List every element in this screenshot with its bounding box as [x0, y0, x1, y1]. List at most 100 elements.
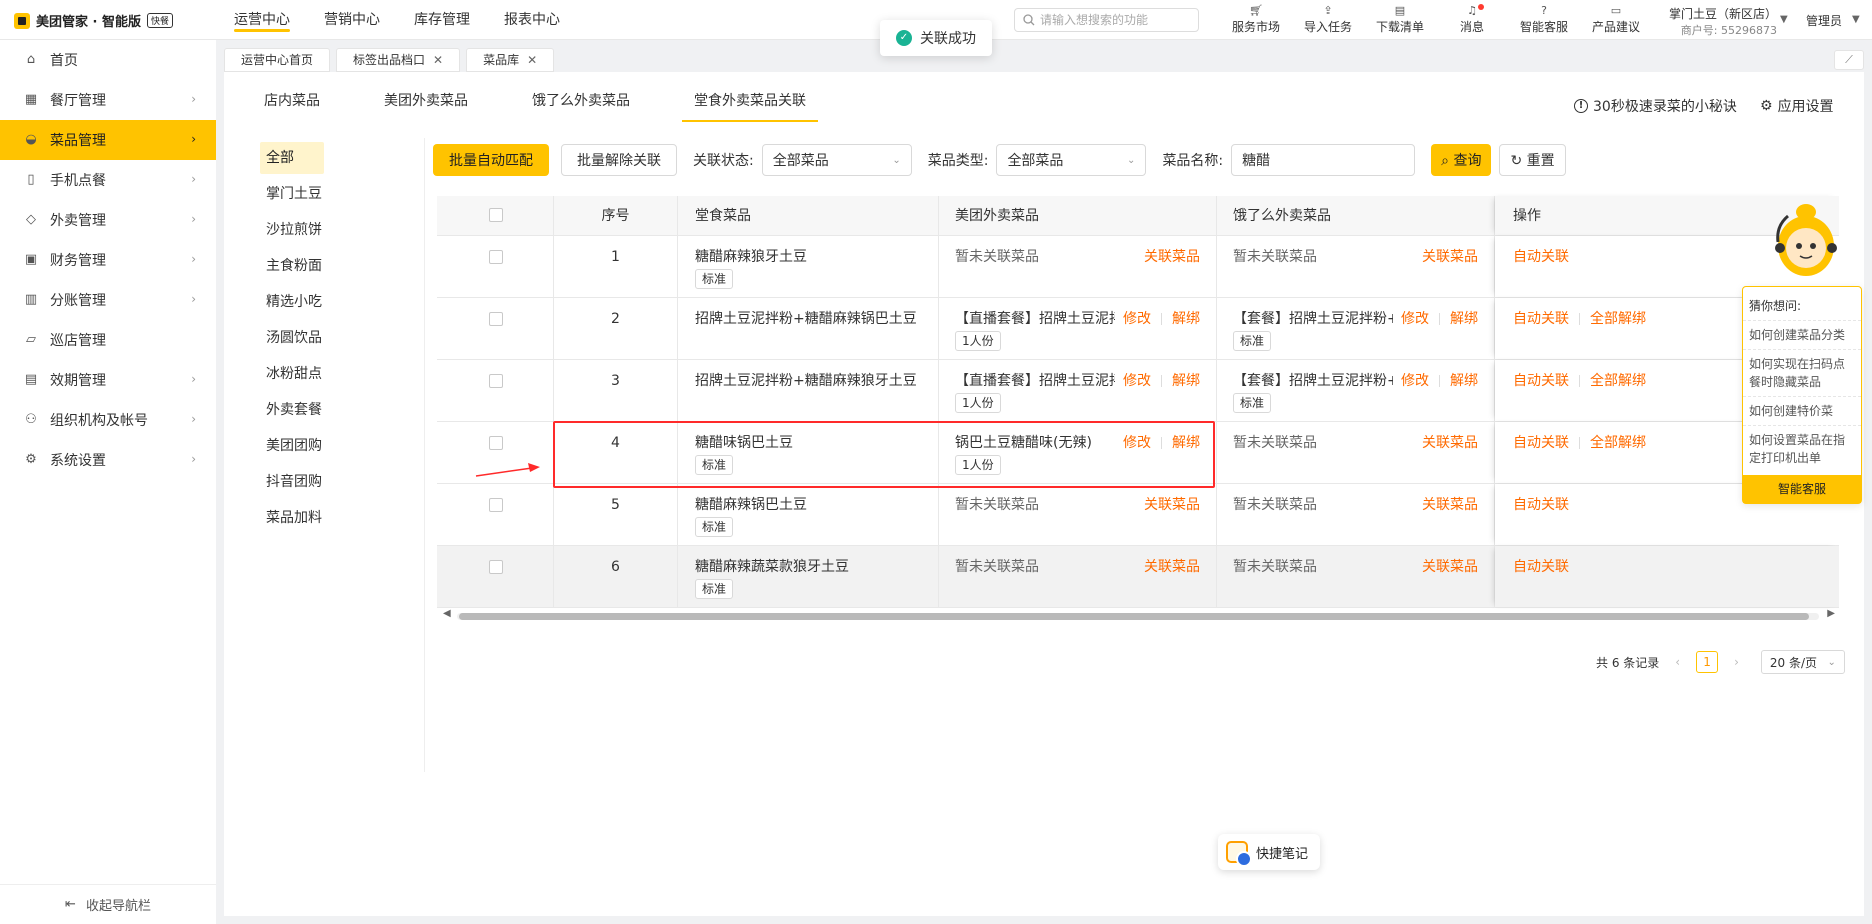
link-mt_links[interactable]: 修改 — [1123, 311, 1151, 327]
link-ops[interactable]: 自动关联 — [1513, 373, 1569, 389]
collapse-nav-button[interactable]: ⇤ 收起导航栏 — [0, 884, 216, 924]
link-ops[interactable]: 自动关联 — [1513, 435, 1569, 451]
faq-question[interactable]: 如何创建特价菜 — [1743, 396, 1861, 425]
category-item[interactable]: 外卖套餐 — [260, 394, 324, 426]
page-tab-label-station[interactable]: 标签出品档口 ✕ — [336, 48, 461, 72]
sidebar-item-split[interactable]: ▥ 分账管理 › — [0, 280, 216, 320]
tool-service-market[interactable]: 🛒︎ 服务市场 — [1220, 4, 1292, 35]
sidebar-item-expiry[interactable]: ▤ 效期管理 › — [0, 360, 216, 400]
faq-question[interactable]: 如何创建菜品分类 — [1743, 320, 1861, 349]
smart-support-button[interactable]: 智能客服 — [1743, 475, 1861, 503]
assistant-mascot[interactable] — [1772, 202, 1840, 286]
page-number[interactable]: 1 — [1696, 651, 1719, 673]
tool-product-feedback[interactable]: ▭ 产品建议 — [1580, 4, 1652, 35]
sidebar-item-settings[interactable]: ⚙ 系统设置 › — [0, 440, 216, 480]
reset-button[interactable]: ↻ 重置 — [1499, 144, 1566, 176]
scroll-left-icon[interactable]: ◀ — [443, 608, 451, 619]
link-el_links[interactable]: 修改 — [1401, 311, 1429, 327]
link-mt_links[interactable]: 修改 — [1123, 373, 1151, 389]
query-button[interactable]: ⌕ 查询 — [1431, 144, 1492, 176]
tool-download-list[interactable]: ▤ 下载清单 — [1364, 4, 1436, 35]
sidebar-item-dishes[interactable]: ◒ 菜品管理 › — [0, 120, 216, 160]
link-ops[interactable]: 自动关联 — [1513, 497, 1569, 513]
link-ops[interactable]: 全部解绑 — [1590, 311, 1646, 327]
scroll-thumb[interactable] — [459, 613, 1809, 620]
chevron-down-icon[interactable]: ▼ — [1780, 14, 1788, 25]
row-checkbox[interactable] — [489, 250, 503, 264]
row-checkbox[interactable] — [489, 560, 503, 574]
quick-entry-tips[interactable]: ! 30秒极速录菜的小秘诀 — [1574, 96, 1737, 116]
category-item[interactable]: 沙拉煎饼 — [260, 214, 324, 246]
scroll-right-icon[interactable]: ▶ — [1827, 608, 1835, 619]
app-logo[interactable]: 美团管家 · 智能版 快餐 — [14, 11, 174, 30]
select-all-checkbox[interactable] — [489, 208, 503, 222]
search-input[interactable] — [1040, 13, 1190, 27]
close-icon[interactable]: ✕ — [527, 49, 537, 71]
link-ops[interactable]: 全部解绑 — [1590, 373, 1646, 389]
status-select[interactable]: 全部菜品 ⌄ — [761, 144, 912, 176]
page-tab-dish-library[interactable]: 菜品库 ✕ — [466, 48, 555, 72]
app-settings[interactable]: ⚙ 应用设置 — [1760, 96, 1834, 116]
batch-unlink-button[interactable]: 批量解除关联 — [561, 144, 677, 176]
tab-instore-dishes[interactable]: 店内菜品 — [264, 80, 320, 122]
sidebar-item-restaurant[interactable]: ▦ 餐厅管理 › — [0, 80, 216, 120]
tool-smart-support[interactable]: ? 智能客服 — [1508, 4, 1580, 35]
sidebar-item-finance[interactable]: ▣ 财务管理 › — [0, 240, 216, 280]
link-ops[interactable]: 全部解绑 — [1590, 435, 1646, 451]
category-item[interactable]: 汤圆饮品 — [260, 322, 324, 354]
sidebar-item-mobile-order[interactable]: ▯ 手机点餐 › — [0, 160, 216, 200]
category-item[interactable]: 掌门土豆 — [260, 178, 324, 210]
batch-auto-match-button[interactable]: 批量自动匹配 — [433, 144, 549, 176]
topnav-reports[interactable]: 报表中心 — [504, 0, 560, 40]
quick-note-button[interactable]: 快捷笔记 — [1218, 834, 1321, 870]
link-mt_links[interactable]: 关联菜品 — [1144, 559, 1200, 575]
prev-page-icon[interactable]: ‹ — [1675, 655, 1680, 669]
link-mt_links[interactable]: 解绑 — [1172, 373, 1200, 389]
category-item[interactable]: 抖音团购 — [260, 466, 324, 498]
link-mt_links[interactable]: 解绑 — [1172, 435, 1200, 451]
link-ops[interactable]: 自动关联 — [1513, 311, 1569, 327]
faq-question[interactable]: 如何设置菜品在指定打印机出单 — [1743, 425, 1861, 472]
type-select[interactable]: 全部菜品 ⌄ — [996, 144, 1147, 176]
category-item[interactable]: 美团团购 — [260, 430, 324, 462]
link-mt_links[interactable]: 关联菜品 — [1144, 249, 1200, 265]
link-el_links[interactable]: 解绑 — [1450, 311, 1478, 327]
sidebar-item-home[interactable]: ⌂ 首页 — [0, 40, 216, 80]
link-el_links[interactable]: 关联菜品 — [1422, 435, 1478, 451]
link-mt_links[interactable]: 关联菜品 — [1144, 497, 1200, 513]
category-item[interactable]: 菜品加料 — [260, 502, 324, 534]
link-ops[interactable]: 自动关联 — [1513, 559, 1569, 575]
page-tab-ops-home[interactable]: 运营中心首页 — [224, 48, 331, 72]
topnav-inventory[interactable]: 库存管理 — [414, 0, 470, 40]
category-item[interactable]: 精选小吃 — [260, 286, 324, 318]
link-el_links[interactable]: 修改 — [1401, 373, 1429, 389]
link-el_links[interactable]: 解绑 — [1450, 373, 1478, 389]
link-el_links[interactable]: 关联菜品 — [1422, 559, 1478, 575]
tabs-menu-icon[interactable]: ⟋ — [1834, 50, 1864, 70]
chevron-down-icon[interactable]: ▼ — [1852, 14, 1860, 25]
row-checkbox[interactable] — [489, 312, 503, 326]
store-switcher[interactable]: 掌门土豆（新区店） 商户号: 55296873 — [1660, 5, 1777, 38]
link-mt_links[interactable]: 修改 — [1123, 435, 1151, 451]
page-size-select[interactable]: 20 条/页 ⌄ — [1760, 650, 1845, 674]
link-mt_links[interactable]: 解绑 — [1172, 311, 1200, 327]
link-el_links[interactable]: 关联菜品 — [1422, 497, 1478, 513]
tool-messages[interactable]: ♫ 消息 — [1436, 4, 1508, 35]
sidebar-item-organization[interactable]: ⚇ 组织机构及帐号 › — [0, 400, 216, 440]
tool-import-tasks[interactable]: ⇪ 导入任务 — [1292, 4, 1364, 35]
row-checkbox[interactable] — [489, 436, 503, 450]
category-item[interactable]: 冰粉甜点 — [260, 358, 324, 390]
link-el_links[interactable]: 关联菜品 — [1422, 249, 1478, 265]
faq-question[interactable]: 如何实现在扫码点餐时隐藏菜品 — [1743, 349, 1861, 396]
close-icon[interactable]: ✕ — [433, 49, 443, 71]
sidebar-item-inspection[interactable]: ▱ 巡店管理 — [0, 320, 216, 360]
row-checkbox[interactable] — [489, 498, 503, 512]
category-item[interactable]: 全部 — [260, 142, 324, 174]
tab-eleme-dishes[interactable]: 饿了么外卖菜品 — [532, 80, 630, 122]
link-ops[interactable]: 自动关联 — [1513, 249, 1569, 265]
dish-name-input[interactable] — [1231, 144, 1416, 176]
next-page-icon[interactable]: › — [1734, 655, 1739, 669]
topnav-operations[interactable]: 运营中心 — [234, 0, 290, 40]
row-checkbox[interactable] — [489, 374, 503, 388]
category-item[interactable]: 主食粉面 — [260, 250, 324, 282]
